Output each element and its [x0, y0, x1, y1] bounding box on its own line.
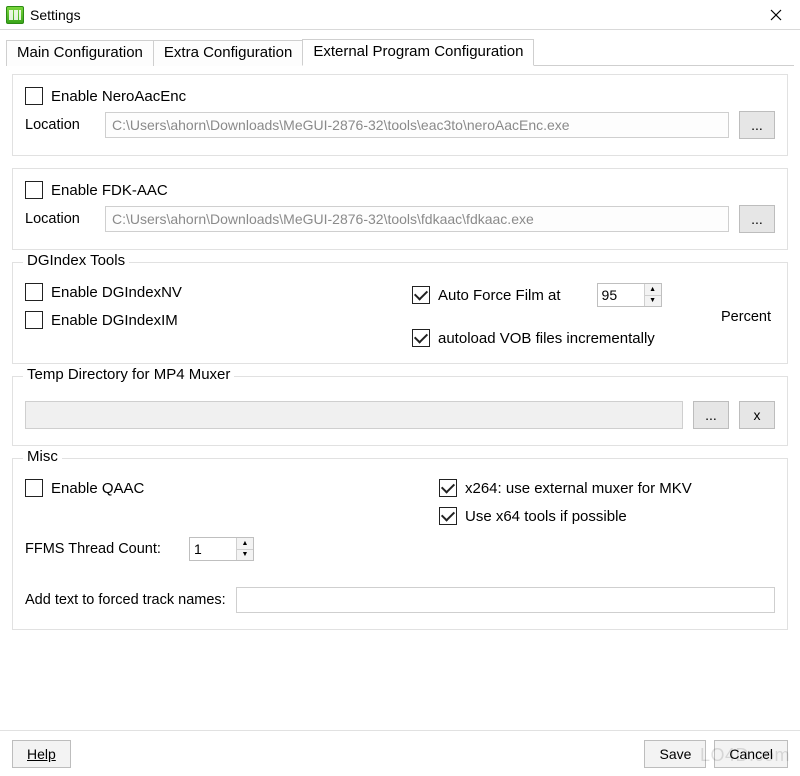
enable-fdkaac-label: Enable FDK-AAC	[51, 182, 168, 199]
auto-force-film-checkbox[interactable]: Auto Force Film at	[412, 286, 561, 304]
autoload-vob-checkbox[interactable]: autoload VOB files incrementally	[412, 329, 655, 347]
titlebar: Settings	[0, 0, 800, 30]
group-dgindex: DGIndex Tools Enable DGIndexNV Enable DG…	[12, 262, 788, 364]
tab-external-program-configuration[interactable]: External Program Configuration	[302, 39, 534, 66]
window-title: Settings	[30, 7, 81, 23]
temp-dir-title: Temp Directory for MP4 Muxer	[23, 366, 234, 383]
enable-dgindexnv-label: Enable DGIndexNV	[51, 284, 182, 301]
tab-extra-configuration[interactable]: Extra Configuration	[153, 40, 303, 66]
bottom-button-bar: Help Save Cancel	[0, 730, 800, 776]
use-x64-tools-label: Use x64 tools if possible	[465, 508, 627, 525]
x264-external-muxer-label: x264: use external muxer for MKV	[465, 480, 692, 497]
ffms-thread-spinner[interactable]: 1 ▲ ▼	[189, 537, 254, 561]
tabstrip: Main Configuration Extra Configuration E…	[6, 38, 794, 66]
temp-dir-browse-button[interactable]: ...	[693, 401, 729, 429]
enable-qaac-label: Enable QAAC	[51, 480, 144, 497]
dgindex-title: DGIndex Tools	[23, 252, 129, 269]
enable-dgindexim-label: Enable DGIndexIM	[51, 312, 178, 329]
forced-track-text-input[interactable]	[236, 587, 775, 613]
nero-location-label: Location	[25, 117, 95, 133]
ffms-thread-value[interactable]: 1	[190, 538, 236, 560]
temp-dir-input[interactable]	[25, 401, 683, 429]
save-button[interactable]: Save	[644, 740, 706, 768]
spinner-down-icon[interactable]: ▼	[237, 549, 253, 560]
group-temp-dir: Temp Directory for MP4 Muxer ... x	[12, 376, 788, 446]
tab-content: Enable NeroAacEnc Location C:\Users\ahor…	[0, 66, 800, 630]
nero-browse-button[interactable]: ...	[739, 111, 775, 139]
auto-force-film-label: Auto Force Film at	[438, 287, 561, 304]
close-icon	[770, 9, 782, 21]
enable-dgindexim-checkbox[interactable]: Enable DGIndexIM	[25, 311, 178, 329]
tab-main-configuration[interactable]: Main Configuration	[6, 40, 154, 66]
spinner-up-icon[interactable]: ▲	[237, 538, 253, 549]
enable-qaac-checkbox[interactable]: Enable QAAC	[25, 479, 144, 497]
x264-external-muxer-checkbox[interactable]: x264: use external muxer for MKV	[439, 479, 692, 497]
enable-dgindexnv-checkbox[interactable]: Enable DGIndexNV	[25, 283, 182, 301]
forced-track-text-label: Add text to forced track names:	[25, 592, 226, 608]
fdk-location-input[interactable]: C:\Users\ahorn\Downloads\MeGUI-2876-32\t…	[105, 206, 729, 232]
close-button[interactable]	[758, 1, 794, 29]
help-button[interactable]: Help	[12, 740, 71, 768]
cancel-button[interactable]: Cancel	[714, 740, 788, 768]
fdk-browse-button[interactable]: ...	[739, 205, 775, 233]
group-nero: Enable NeroAacEnc Location C:\Users\ahor…	[12, 74, 788, 156]
enable-neroaacenc-label: Enable NeroAacEnc	[51, 88, 186, 105]
fdk-location-label: Location	[25, 211, 95, 227]
group-misc: Misc Enable QAAC FFMS Thread Count: 1 ▲	[12, 458, 788, 630]
spinner-down-icon[interactable]: ▼	[645, 295, 661, 306]
group-fdkaac: Enable FDK-AAC Location C:\Users\ahorn\D…	[12, 168, 788, 250]
app-icon	[6, 6, 24, 24]
misc-title: Misc	[23, 448, 62, 465]
enable-fdkaac-checkbox[interactable]: Enable FDK-AAC	[25, 181, 168, 199]
ffms-thread-label: FFMS Thread Count:	[25, 541, 161, 557]
auto-force-film-value[interactable]: 95	[598, 284, 644, 306]
enable-neroaacenc-checkbox[interactable]: Enable NeroAacEnc	[25, 87, 186, 105]
auto-force-film-spinner[interactable]: 95 ▲ ▼	[597, 283, 662, 307]
use-x64-tools-checkbox[interactable]: Use x64 tools if possible	[439, 507, 627, 525]
nero-location-input[interactable]: C:\Users\ahorn\Downloads\MeGUI-2876-32\t…	[105, 112, 729, 138]
spinner-up-icon[interactable]: ▲	[645, 284, 661, 295]
percent-label: Percent	[721, 309, 771, 325]
temp-dir-clear-button[interactable]: x	[739, 401, 775, 429]
autoload-vob-label: autoload VOB files incrementally	[438, 330, 655, 347]
